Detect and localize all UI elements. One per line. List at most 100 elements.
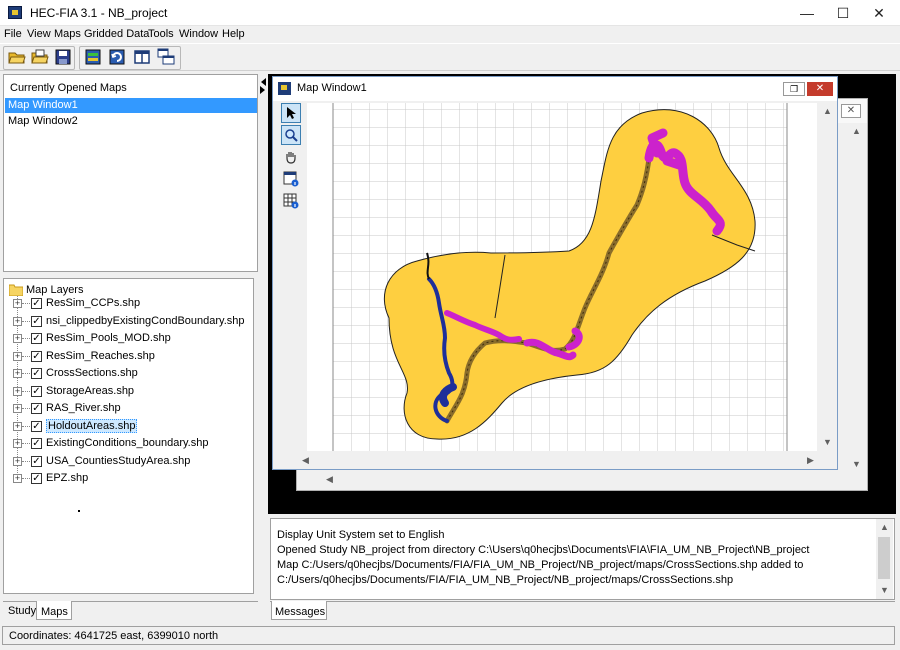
- window2-vertical-scrollbar[interactable]: ▲ ▼: [848, 123, 865, 473]
- identify-icon[interactable]: [281, 169, 301, 189]
- layer-name[interactable]: ResSim_Pools_MOD.shp: [46, 332, 171, 344]
- layer-name[interactable]: ExistingConditions_boundary.shp: [46, 437, 208, 449]
- layer-name[interactable]: CrossSections.shp: [46, 367, 138, 379]
- layer-checkbox[interactable]: ✓: [31, 421, 42, 432]
- layer-checkbox[interactable]: ✓: [31, 403, 42, 414]
- cascade-windows-icon[interactable]: [157, 48, 175, 66]
- tile-windows-icon[interactable]: [133, 48, 151, 66]
- menu-view[interactable]: View: [27, 28, 51, 40]
- layer-checkbox[interactable]: ✓: [31, 438, 42, 449]
- message-line: C:/Users/q0hecjbs/Documents/FIA/FIA_UM_N…: [277, 574, 734, 586]
- layer-name[interactable]: USA_CountiesStudyArea.shp: [46, 455, 190, 467]
- map-layers-icon[interactable]: [84, 48, 102, 66]
- splitter-handle[interactable]: [260, 76, 266, 96]
- map-list-item[interactable]: Map Window2: [5, 114, 257, 129]
- layer-checkbox[interactable]: ✓: [31, 473, 42, 484]
- layer-row: + ✓ RAS_River.shp: [4, 400, 254, 417]
- restore-button[interactable]: ❐: [783, 82, 805, 96]
- layer-name[interactable]: nsi_clippedbyExistingCondBoundary.shp: [46, 315, 245, 327]
- layer-name[interactable]: ResSim_CCPs.shp: [46, 297, 140, 309]
- scroll-down-icon[interactable]: ▼: [819, 434, 836, 451]
- menu-maps[interactable]: Maps: [54, 28, 81, 40]
- map-canvas[interactable]: [307, 103, 817, 451]
- layer-row: + ✓ StorageAreas.shp: [4, 383, 254, 400]
- expand-icon[interactable]: +: [13, 404, 22, 413]
- menu-help[interactable]: Help: [222, 28, 245, 40]
- select-arrow-icon[interactable]: [281, 103, 301, 123]
- scroll-thumb[interactable]: [878, 537, 890, 579]
- expand-icon[interactable]: +: [13, 474, 22, 483]
- layer-checkbox[interactable]: ✓: [31, 316, 42, 327]
- menu-bar: File View Maps Gridded Data Tools Window…: [0, 26, 900, 42]
- map-window-close-button[interactable]: ✕: [807, 82, 833, 96]
- scroll-right-icon[interactable]: ▶: [802, 452, 819, 469]
- expand-icon[interactable]: +: [13, 387, 22, 396]
- layer-row: + ✓ USA_CountiesStudyArea.shp: [4, 453, 254, 470]
- layer-row: + ✓ ExistingConditions_boundary.shp: [4, 435, 254, 452]
- stray-dot: [78, 510, 80, 512]
- tab-messages[interactable]: Messages: [275, 606, 325, 618]
- tab-study[interactable]: Study: [8, 605, 36, 617]
- message-line: Opened Study NB_project from directory C…: [277, 544, 810, 556]
- open-folder-icon[interactable]: [8, 48, 26, 66]
- window2-close-button[interactable]: ✕: [841, 104, 861, 118]
- close-button[interactable]: ✕: [856, 0, 900, 26]
- scroll-up-icon[interactable]: ▲: [848, 123, 865, 140]
- map-list-item[interactable]: Map Window1: [5, 98, 257, 113]
- layer-checkbox[interactable]: ✓: [31, 333, 42, 344]
- layer-checkbox[interactable]: ✓: [31, 386, 42, 397]
- layer-name[interactable]: EPZ.shp: [46, 472, 88, 484]
- messages-scrollbar[interactable]: ▲ ▼: [876, 519, 893, 599]
- message-line: Display Unit System set to English: [277, 529, 445, 541]
- pan-hand-icon[interactable]: [281, 147, 301, 167]
- title-bar: HEC-FIA 3.1 - NB_project — ☐ ✕: [0, 0, 900, 26]
- menu-window[interactable]: Window: [179, 28, 218, 40]
- scroll-down-icon[interactable]: ▼: [848, 456, 865, 473]
- map-layers-panel: Map Layers + ✓ ResSim_CCPs.shp + ✓ nsi_clipp…: [3, 278, 254, 594]
- scroll-up-icon[interactable]: ▲: [876, 519, 893, 536]
- messages-panel: Display Unit System set to English Opene…: [270, 518, 895, 600]
- layer-checkbox[interactable]: ✓: [31, 456, 42, 467]
- layer-name-selected[interactable]: HoldoutAreas.shp: [46, 419, 138, 433]
- layer-row: + ✓ HoldoutAreas.shp: [4, 418, 254, 435]
- expand-icon[interactable]: +: [13, 439, 22, 448]
- map-vertical-scrollbar[interactable]: ▲ ▼: [819, 103, 836, 451]
- tab-maps[interactable]: Maps: [41, 606, 68, 618]
- menu-gridded-data[interactable]: Gridded Data: [84, 28, 149, 40]
- menu-file[interactable]: File: [4, 28, 22, 40]
- open-project-icon[interactable]: [31, 48, 49, 66]
- opened-maps-panel: Currently Opened Maps Map Window1 Map Wi…: [3, 74, 258, 272]
- map-window-title: Map Window1: [297, 82, 367, 94]
- map-horizontal-scrollbar[interactable]: ◀ ▶: [297, 452, 819, 469]
- layer-name[interactable]: StorageAreas.shp: [46, 385, 134, 397]
- window-title: HEC-FIA 3.1 - NB_project: [30, 6, 168, 20]
- scroll-left-icon[interactable]: ◀: [321, 471, 338, 488]
- expand-icon[interactable]: +: [13, 422, 22, 431]
- layer-checkbox[interactable]: ✓: [31, 368, 42, 379]
- expand-icon[interactable]: +: [13, 334, 22, 343]
- expand-icon[interactable]: +: [13, 317, 22, 326]
- save-icon[interactable]: [54, 48, 72, 66]
- scroll-left-icon[interactable]: ◀: [297, 452, 314, 469]
- grid-table-icon[interactable]: [281, 191, 301, 211]
- scroll-down-icon[interactable]: ▼: [876, 582, 893, 599]
- layer-row: + ✓ nsi_clippedbyExistingCondBoundary.shp: [4, 313, 254, 330]
- layer-checkbox[interactable]: ✓: [31, 298, 42, 309]
- map-window-1[interactable]: Map Window1 ❐ ✕ ▲ ▼ ◀ ▶: [272, 76, 838, 470]
- scroll-up-icon[interactable]: ▲: [819, 103, 836, 120]
- zoom-icon[interactable]: [281, 125, 301, 145]
- layer-row: + ✓ EPZ.shp: [4, 470, 254, 487]
- expand-icon[interactable]: +: [13, 457, 22, 466]
- map-window-1-titlebar: Map Window1 ❐ ✕: [273, 77, 837, 101]
- menu-tools[interactable]: Tools: [148, 28, 174, 40]
- expand-icon[interactable]: +: [13, 369, 22, 378]
- map-refresh-icon[interactable]: [108, 48, 126, 66]
- expand-icon[interactable]: +: [13, 299, 22, 308]
- window2-horizontal-scrollbar[interactable]: ◀: [299, 471, 847, 488]
- layer-name[interactable]: RAS_River.shp: [46, 402, 121, 414]
- layer-checkbox[interactable]: ✓: [31, 351, 42, 362]
- layer-name[interactable]: ResSim_Reaches.shp: [46, 350, 155, 362]
- toolbar: [0, 43, 900, 71]
- expand-icon[interactable]: +: [13, 352, 22, 361]
- layer-row: + ✓ ResSim_CCPs.shp: [4, 295, 254, 312]
